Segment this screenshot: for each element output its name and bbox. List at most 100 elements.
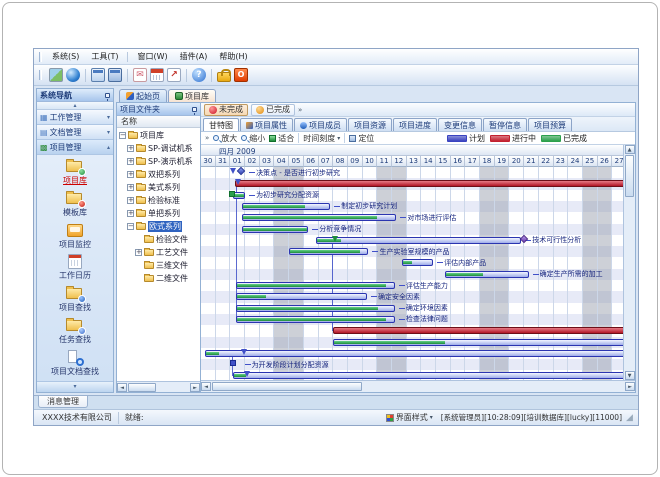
tab-project-members[interactable]: 项目成员	[294, 118, 347, 131]
mail-icon[interactable]	[133, 68, 147, 82]
tree-expander-icon[interactable]: +	[127, 171, 134, 178]
scroll-thumb[interactable]	[625, 155, 634, 197]
tab-project-progress[interactable]: 项目进度	[393, 118, 437, 131]
chart-vertical-scrollbar[interactable]: ▲ ▼	[623, 145, 635, 380]
export-icon[interactable]	[167, 68, 181, 82]
gantt-bar[interactable]	[333, 339, 623, 346]
tree-expander-icon[interactable]: +	[127, 145, 134, 152]
scroll-thumb[interactable]	[212, 382, 362, 391]
sidebar-group-document-management[interactable]: ▤文档管理▾	[37, 125, 113, 140]
window-save-icon[interactable]	[108, 68, 122, 82]
tab-pause-info[interactable]: 暂停信息	[483, 118, 527, 131]
gantt-bar[interactable]	[236, 316, 395, 323]
tree-node[interactable]: −项目库	[117, 129, 200, 142]
calendar-icon[interactable]	[150, 68, 164, 82]
sidebar-collapse-button[interactable]: ▴	[37, 102, 113, 110]
tree-horizontal-scrollbar[interactable]: ◄ ►	[117, 381, 200, 392]
scroll-left-icon[interactable]: ◄	[201, 382, 211, 391]
doc-tab-start-page[interactable]: 起始页	[119, 89, 167, 102]
gantt-bar[interactable]	[316, 237, 522, 244]
sidebar-group-work-management[interactable]: ▦工作管理▾	[37, 110, 113, 125]
power-icon[interactable]	[234, 68, 248, 82]
more-chevron-icon[interactable]: »	[298, 106, 302, 114]
sidebar-bottom-collapse[interactable]: ▾	[37, 381, 113, 392]
scroll-right-icon[interactable]: ►	[190, 383, 200, 392]
tab-project-resources[interactable]: 项目资源	[348, 118, 392, 131]
tab-message-management[interactable]: 消息管理	[38, 396, 88, 408]
tree-node[interactable]: +SP-调试机系	[117, 142, 200, 155]
gantt-bar[interactable]	[235, 180, 623, 187]
gantt-bar[interactable]	[402, 259, 433, 266]
tree-node[interactable]: +检验标准	[117, 194, 200, 207]
menu-item[interactable]: 系统(S)	[46, 50, 85, 63]
lock-icon[interactable]	[217, 72, 231, 82]
sidebar-item-project-library[interactable]: 项目库	[37, 159, 113, 186]
gantt-bar[interactable]	[242, 203, 330, 210]
tree-expander-icon[interactable]: +	[127, 210, 134, 217]
filter-button-incomplete[interactable]: 未完成	[204, 104, 248, 116]
filter-button-completed[interactable]: 已完成	[251, 104, 295, 116]
globe-icon[interactable]	[66, 68, 80, 82]
pin-icon[interactable]	[192, 107, 197, 112]
tab-change-info[interactable]: 变更信息	[438, 118, 482, 131]
tab-project-properties[interactable]: 项目属性	[240, 118, 293, 131]
tree-node[interactable]: 检验文件	[117, 233, 200, 246]
sidebar-item-project-monitor[interactable]: 项目监控	[37, 223, 113, 250]
gantt-bar[interactable]	[236, 293, 367, 300]
tree-expander-icon[interactable]: −	[127, 223, 134, 230]
menu-item[interactable]: 帮助(H)	[213, 50, 253, 63]
gantt-bar[interactable]	[236, 282, 395, 289]
sidebar-item-project-doc-search[interactable]: 项目文档查找	[37, 350, 113, 377]
gantt-bar[interactable]	[445, 271, 529, 278]
gantt-bar[interactable]	[242, 226, 308, 233]
sidebar-item-work-calendar[interactable]: 工作日历	[37, 254, 113, 281]
menu-item[interactable]: 窗口(W)	[131, 50, 173, 63]
help-icon[interactable]	[192, 68, 206, 82]
locate-button[interactable]: 定位	[349, 133, 374, 144]
sidebar-group-project-management[interactable]: ▩项目管理▴	[37, 140, 113, 155]
doc-tab-project-library[interactable]: 项目库	[168, 89, 216, 102]
tree-node[interactable]: +单把系列	[117, 207, 200, 220]
scroll-left-icon[interactable]: ◄	[117, 383, 127, 392]
scroll-thumb[interactable]	[128, 383, 156, 392]
tree-expander-icon[interactable]: −	[119, 132, 126, 139]
tree-node[interactable]: 二维文件	[117, 272, 200, 285]
scroll-right-icon[interactable]: ►	[625, 382, 635, 391]
scroll-down-icon[interactable]: ▼	[625, 371, 635, 380]
zoom-in-button[interactable]: 放大	[213, 133, 237, 144]
tree-expander-icon[interactable]: +	[135, 249, 142, 256]
gantt-bar[interactable]	[333, 327, 623, 334]
menu-item[interactable]: 工具(T)	[85, 50, 124, 63]
tree-expander-icon[interactable]: +	[127, 184, 134, 191]
chart-horizontal-scrollbar[interactable]: ◄ ►	[201, 380, 635, 392]
zoom-out-button[interactable]: 缩小	[241, 133, 265, 144]
tree-node[interactable]: +美式系列	[117, 181, 200, 194]
style-button[interactable]: 界面样式	[396, 412, 428, 423]
tree-node[interactable]: +双把系列	[117, 168, 200, 181]
tab-gantt-chart[interactable]: 甘特图	[203, 118, 239, 131]
pin-icon[interactable]	[105, 93, 110, 98]
time-scale-button[interactable]: 时间刻度▾	[303, 133, 340, 144]
tree-node[interactable]: +工艺文件	[117, 246, 200, 259]
tree-node[interactable]: −欧式系列	[117, 220, 200, 233]
gantt-bar[interactable]	[205, 350, 623, 357]
image-icon[interactable]	[49, 68, 63, 82]
sidebar-item-template-library[interactable]: 模板库	[37, 191, 113, 218]
scroll-up-icon[interactable]: ▲	[625, 145, 635, 154]
window-icon[interactable]	[91, 68, 105, 82]
toolbar-chevron-icon[interactable]: »	[205, 134, 209, 142]
style-dropdown-icon[interactable]: ▾	[430, 414, 433, 421]
resize-grip[interactable]: ◢	[626, 412, 636, 424]
tree-expander-icon[interactable]: +	[127, 197, 134, 204]
tree-node[interactable]: 三维文件	[117, 259, 200, 272]
gantt-bar[interactable]	[236, 305, 395, 312]
sidebar-item-task-search[interactable]: 任务查找	[37, 318, 113, 345]
gantt-bar[interactable]	[242, 214, 396, 221]
fit-button[interactable]: 适合	[269, 133, 294, 144]
gantt-bar[interactable]	[289, 248, 368, 255]
tree-expander-icon[interactable]: +	[127, 158, 134, 165]
sidebar-item-project-search[interactable]: 项目查找	[37, 286, 113, 313]
menu-item[interactable]: 插件(A)	[174, 50, 214, 63]
gantt-bar[interactable]	[233, 372, 623, 379]
tab-project-budget[interactable]: 项目预算	[528, 118, 572, 131]
